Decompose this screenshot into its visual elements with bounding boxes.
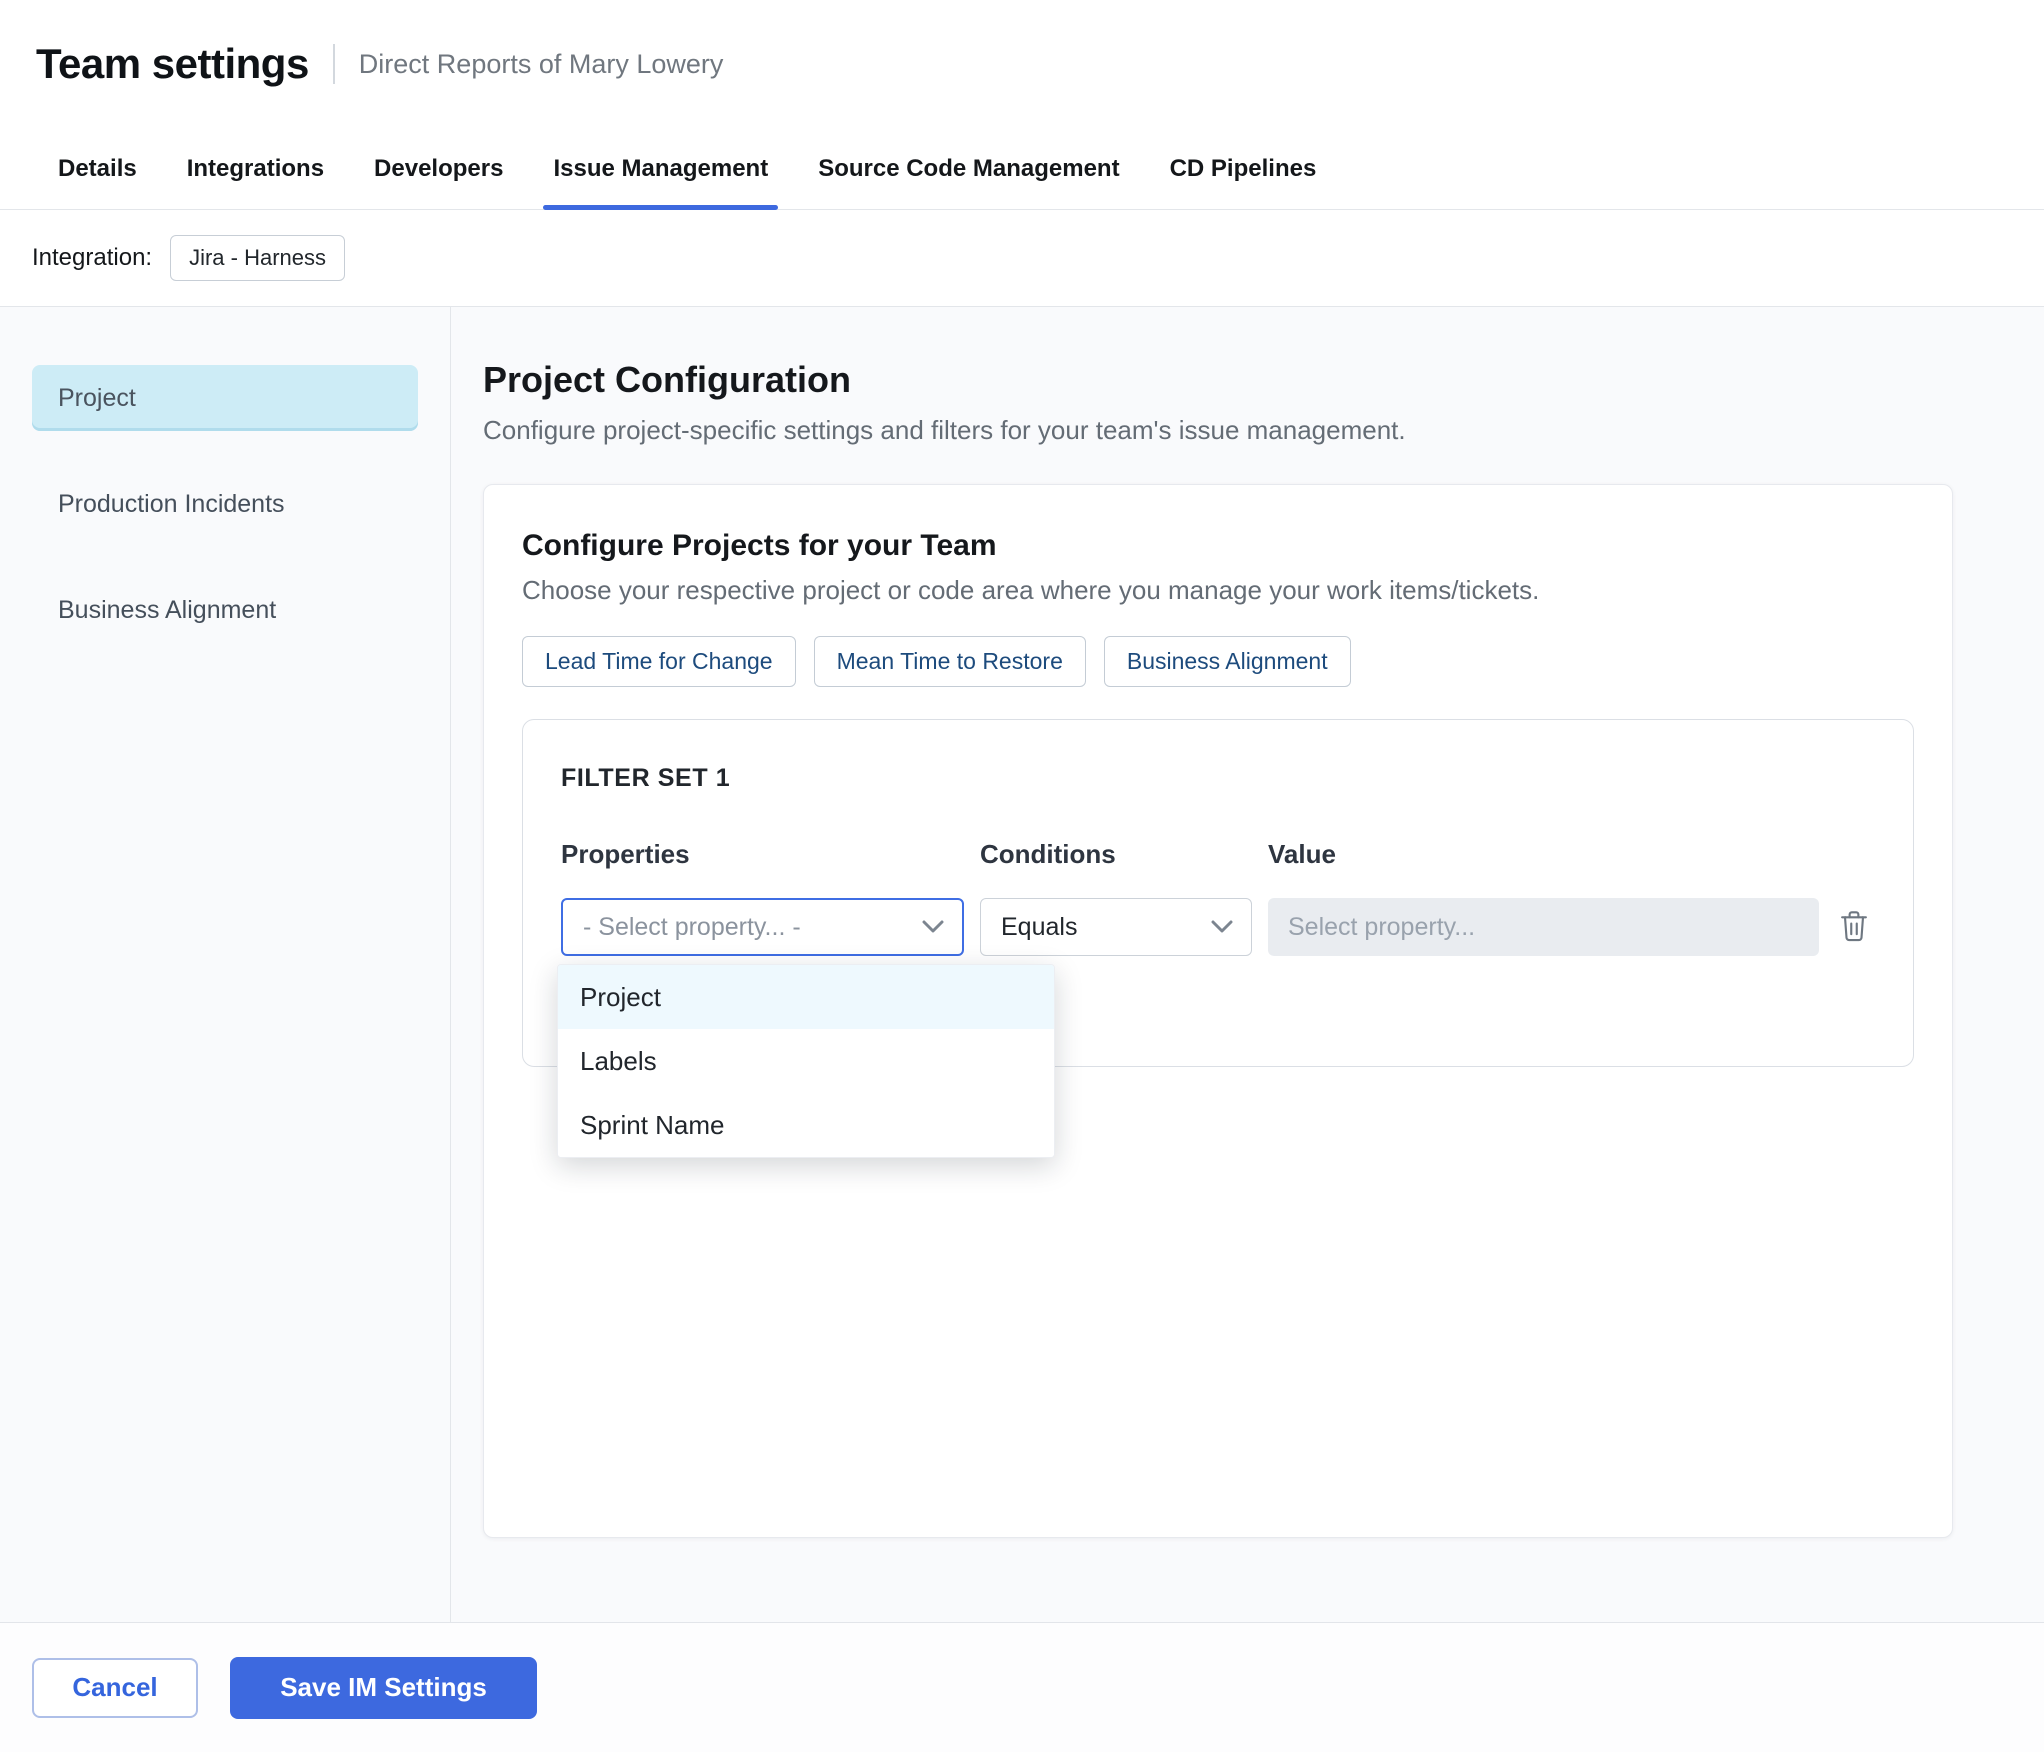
filter-set-1: FILTER SET 1 Properties Conditions Value… (522, 719, 1914, 1158)
save-im-settings-button[interactable]: Save IM Settings (230, 1656, 537, 1719)
integration-chip: Jira - Harness (170, 235, 346, 281)
trash-icon (1839, 910, 1869, 946)
integration-row: Integration: Jira - Harness (0, 210, 2044, 307)
chevron-down-icon (1211, 920, 1233, 934)
filter-set-title: FILTER SET 1 (561, 764, 731, 792)
settings-sidebar: Project Production Incidents Business Al… (0, 307, 451, 1622)
tab-bar: Details Integrations Developers Issue Ma… (0, 128, 2044, 210)
sidebar-item-project[interactable]: Project (32, 365, 418, 431)
metric-tab-lead-time-for-change[interactable]: Lead Time for Change (522, 636, 796, 687)
delete-filter-button[interactable] (1835, 905, 1873, 950)
sidebar-item-production-incidents[interactable]: Production Incidents (32, 471, 418, 537)
section-description: Configure project-specific settings and … (483, 415, 1406, 445)
metric-tabs: Lead Time for Change Mean Time to Restor… (522, 636, 1914, 687)
configure-projects-card: Configure Projects for your Team Choose … (483, 484, 1953, 1538)
dropdown-option-sprint-name[interactable]: Sprint Name (558, 1093, 1054, 1157)
content-area: Project Production Incidents Business Al… (0, 307, 2044, 1622)
chevron-down-icon (922, 920, 944, 934)
cancel-button[interactable]: Cancel (32, 1657, 198, 1718)
tab-issue-management[interactable]: Issue Management (543, 128, 778, 210)
dropdown-option-project[interactable]: Project (558, 965, 1054, 1029)
tab-details[interactable]: Details (58, 128, 137, 209)
condition-select-value: Equals (1001, 912, 1078, 941)
integration-label: Integration: (32, 244, 153, 271)
card-title: Configure Projects for your Team (522, 529, 997, 562)
tab-integrations[interactable]: Integrations (187, 128, 324, 209)
card-subtitle: Choose your respective project or code a… (522, 575, 1540, 605)
property-select[interactable]: - Select property... - (561, 898, 964, 956)
section-title: Project Configuration (483, 359, 851, 400)
value-column-label: Value (1268, 839, 1336, 869)
delete-filter-cell (1835, 905, 1873, 950)
property-dropdown-menu: Project Labels Sprint Name (557, 964, 1055, 1158)
dropdown-option-labels[interactable]: Labels (558, 1029, 1054, 1093)
properties-column-label: Properties (561, 839, 690, 869)
page-subtitle: Direct Reports of Mary Lowery (358, 48, 724, 79)
filter-column-headers: Properties Conditions Value (561, 839, 1873, 870)
metric-tab-mean-time-to-restore[interactable]: Mean Time to Restore (813, 636, 1086, 687)
main-panel: Project Configuration Configure project-… (451, 307, 2044, 1622)
tab-source-code-management[interactable]: Source Code Management (818, 128, 1119, 209)
title-divider (332, 44, 335, 84)
condition-select[interactable]: Equals (980, 898, 1252, 956)
value-input[interactable] (1268, 898, 1819, 956)
tab-developers[interactable]: Developers (374, 128, 503, 209)
page-header: Team settings Direct Reports of Mary Low… (0, 0, 2044, 128)
tab-cd-pipelines[interactable]: CD Pipelines (1170, 128, 1317, 209)
team-settings-page: Team settings Direct Reports of Mary Low… (0, 0, 2044, 1752)
footer-action-bar: Cancel Save IM Settings (0, 1622, 2044, 1752)
page-title: Team settings (36, 40, 309, 87)
filter-row: - Select property... - Project Labels Sp… (557, 898, 1873, 1158)
metric-tab-business-alignment[interactable]: Business Alignment (1103, 636, 1351, 687)
sidebar-item-business-alignment[interactable]: Business Alignment (32, 577, 418, 643)
property-select-placeholder: - Select property... - (583, 912, 801, 941)
property-select-wrapper: - Select property... - Project Labels Sp… (557, 898, 1055, 1158)
conditions-column-label: Conditions (980, 839, 1116, 869)
